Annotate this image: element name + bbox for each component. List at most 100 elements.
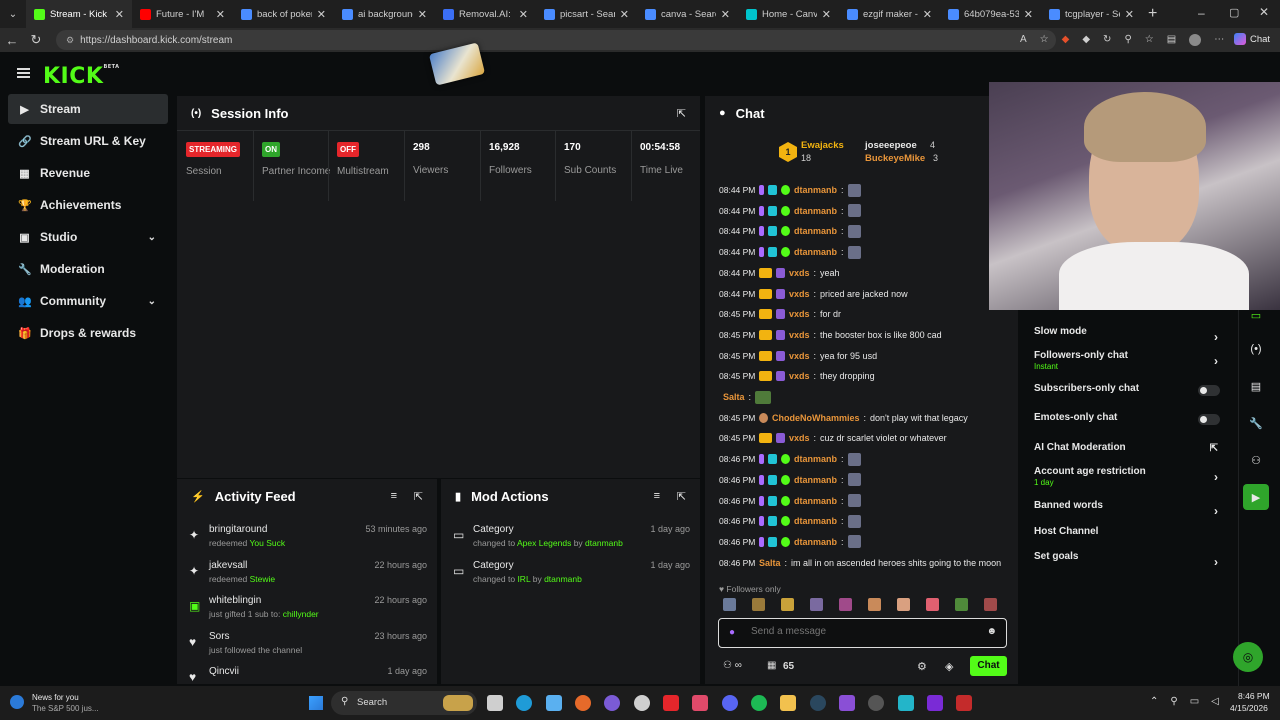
browser-tab[interactable]: canva - Search ✕ bbox=[637, 0, 738, 28]
chat-message[interactable]: 08:44 PM dtanmanb: bbox=[719, 221, 861, 241]
chat-username[interactable]: dtanmanb bbox=[794, 226, 837, 236]
chat-username[interactable]: dtanmanb bbox=[794, 537, 837, 547]
chat-username[interactable]: ChodeNoWhammies bbox=[772, 413, 860, 423]
kick-logo[interactable]: KICKBETA bbox=[43, 64, 120, 89]
browser-tab[interactable]: ai background re ✕ bbox=[334, 0, 435, 28]
chat-message[interactable]: 08:46 PM dtanmanb: bbox=[719, 491, 861, 511]
quick-emote-icon[interactable] bbox=[955, 598, 968, 611]
chat-setting-account-age-restriction[interactable]: Account age restriction 1 day › bbox=[1034, 466, 1224, 494]
activity-username[interactable]: Sors bbox=[209, 631, 230, 642]
sidebar-item-studio[interactable]: ▣ Studio ⌄ bbox=[8, 222, 168, 252]
app-violet-icon[interactable] bbox=[839, 695, 855, 711]
toggle-switch[interactable] bbox=[1198, 414, 1220, 425]
sidebar-item-moderation[interactable]: 🔧 Moderation bbox=[8, 254, 168, 284]
chevron-right-icon[interactable]: › bbox=[1214, 354, 1218, 368]
browser-tab[interactable]: Home - Canva ✕ bbox=[738, 0, 839, 28]
chat-setting-emotes-only-chat[interactable]: Emotes-only chat bbox=[1034, 412, 1224, 440]
chat-message[interactable]: 08:46 PM Salta: im all in on ascended hero… bbox=[719, 553, 1001, 573]
chat-message[interactable]: 08:44 PM dtanmanb: bbox=[719, 180, 861, 200]
chat-setting-banned-words[interactable]: Banned words › bbox=[1034, 500, 1224, 528]
start-button[interactable] bbox=[309, 696, 323, 710]
chat-username[interactable]: vxds bbox=[789, 268, 810, 278]
chat-username[interactable]: dtanmanb bbox=[794, 454, 837, 464]
browser-tab[interactable]: Future - I'M ✕ bbox=[132, 0, 233, 28]
rail-mod-icon[interactable]: ▤ bbox=[1243, 373, 1269, 399]
close-window-icon[interactable]: ✕ bbox=[1259, 5, 1269, 19]
close-tab-icon[interactable]: ✕ bbox=[216, 8, 225, 21]
file-explorer-icon[interactable] bbox=[780, 695, 796, 711]
chat-setting-subscribers-only-chat[interactable]: Subscribers-only chat bbox=[1034, 383, 1224, 411]
mic-icon[interactable]: ● bbox=[729, 627, 735, 638]
toggle-switch[interactable] bbox=[1198, 385, 1220, 396]
volume-icon[interactable]: ◁ bbox=[1211, 696, 1219, 707]
chat-username[interactable]: dtanmanb bbox=[794, 206, 837, 216]
obs-icon[interactable] bbox=[634, 695, 650, 711]
news-widget[interactable]: News for you The S&P 500 jus... bbox=[10, 691, 150, 715]
help-chat-button[interactable]: ◎ bbox=[1233, 642, 1263, 672]
activity-row[interactable]: ♥ Qincvii 1 day ago bbox=[177, 666, 437, 684]
activity-username[interactable]: bringitaround bbox=[209, 524, 267, 535]
minimize-window-icon[interactable]: – bbox=[1198, 6, 1205, 20]
activity-row[interactable]: ♥ Sors 23 hours ago just followed the chann… bbox=[177, 631, 437, 667]
clock-time[interactable]: 8:46 PM bbox=[1238, 691, 1270, 701]
emoji-icon[interactable]: ☻ bbox=[986, 626, 997, 637]
close-tab-icon[interactable]: ✕ bbox=[317, 8, 326, 21]
url-field[interactable]: ⚙ https://dashboard.kick.com/stream bbox=[56, 30, 1056, 50]
taskbar-search[interactable]: ⚲ Search bbox=[331, 691, 477, 715]
discord-icon[interactable] bbox=[722, 695, 738, 711]
chevron-right-icon[interactable]: › bbox=[1214, 504, 1218, 518]
browser-tab[interactable]: 64b079ea-533e-4 ✕ bbox=[940, 0, 1041, 28]
firefox-icon[interactable] bbox=[575, 695, 591, 711]
browser-tab[interactable]: tcgplayer - Search ✕ bbox=[1041, 0, 1142, 28]
sidebar-item-revenue[interactable]: ▦ Revenue bbox=[8, 158, 168, 188]
chat-setting-set-goals[interactable]: Set goals › bbox=[1034, 551, 1224, 579]
chat-message[interactable]: 08:46 PM dtanmanb: bbox=[719, 449, 861, 469]
mod-action-row[interactable]: ▭ Category 1 day ago changed to Apex Legend… bbox=[441, 524, 700, 560]
collections-icon[interactable]: ▤ bbox=[1167, 34, 1176, 46]
close-tab-icon[interactable]: ✕ bbox=[115, 8, 124, 21]
activity-username[interactable]: jakevsall bbox=[209, 560, 247, 571]
quick-emote-icon[interactable] bbox=[723, 598, 736, 611]
chat-message[interactable]: 08:44 PM vxds: priced are jacked now bbox=[719, 284, 908, 304]
quick-emote-icon[interactable] bbox=[868, 598, 881, 611]
sidebar-item-achievements[interactable]: 🏆 Achievements bbox=[8, 190, 168, 220]
read-aloud-icon[interactable]: A bbox=[1020, 34, 1027, 46]
more-menu-icon[interactable]: ⋯ bbox=[1214, 34, 1224, 46]
favorite-icon[interactable]: ☆ bbox=[1040, 34, 1049, 46]
chat-input-box[interactable]: ● ☻ bbox=[718, 618, 1007, 648]
rail-wrench-icon[interactable]: 🔧 bbox=[1243, 410, 1269, 436]
site-info-icon[interactable]: ⚙ bbox=[66, 35, 74, 46]
chevron-down-icon[interactable]: ⌄ bbox=[148, 296, 156, 307]
chat-username[interactable]: vxds bbox=[789, 351, 810, 361]
send-chat-button[interactable]: Chat bbox=[970, 656, 1007, 676]
leader-name[interactable]: Ewajacks bbox=[801, 140, 844, 151]
filter-icon[interactable]: ≡ bbox=[391, 490, 397, 502]
chevron-right-icon[interactable]: › bbox=[1214, 555, 1218, 569]
chat-users-icon[interactable]: ⚇ ∞ bbox=[723, 660, 742, 671]
expand-panel-icon[interactable]: ⇱ bbox=[677, 107, 686, 120]
rail-broadcast-icon[interactable]: (•) bbox=[1243, 336, 1269, 362]
chat-mod-icon[interactable]: ◈ bbox=[945, 660, 953, 673]
chat-message[interactable]: 08:44 PM dtanmanb: bbox=[719, 242, 861, 262]
sidebar-item-stream[interactable]: ▶ Stream bbox=[8, 94, 168, 124]
chat-setting-followers-only-chat[interactable]: Followers-only chat Instant › bbox=[1034, 350, 1224, 378]
chat-message[interactable]: 08:44 PM dtanmanb: bbox=[719, 201, 861, 221]
chevron-right-icon[interactable]: › bbox=[1214, 470, 1218, 484]
menu-icon[interactable] bbox=[17, 68, 30, 78]
chat-message[interactable]: 08:45 PM vxds: cuz dr scarlet violet or wh… bbox=[719, 428, 947, 448]
spotify-icon[interactable] bbox=[751, 695, 767, 711]
close-tab-icon[interactable]: ✕ bbox=[620, 8, 629, 21]
back-icon[interactable]: ← bbox=[0, 33, 24, 48]
chat-username[interactable]: vxds bbox=[789, 309, 810, 319]
quick-emote-icon[interactable] bbox=[810, 598, 823, 611]
favorites-bar-icon[interactable]: ☆ bbox=[1145, 34, 1154, 46]
chat-message[interactable]: 08:45 PM vxds: for dr bbox=[719, 304, 841, 324]
app-red2-icon[interactable] bbox=[956, 695, 972, 711]
chevron-right-icon[interactable]: › bbox=[1214, 330, 1218, 344]
tray-expand-icon[interactable]: ⌃ bbox=[1150, 696, 1158, 707]
top2-name[interactable]: joseeepeoe bbox=[865, 140, 917, 151]
chat-message[interactable]: Salta: bbox=[719, 387, 772, 407]
rail-chat-icon[interactable]: ▭ bbox=[1243, 302, 1269, 328]
chat-username[interactable]: vxds bbox=[789, 433, 810, 443]
quick-emote-icon[interactable] bbox=[839, 598, 852, 611]
